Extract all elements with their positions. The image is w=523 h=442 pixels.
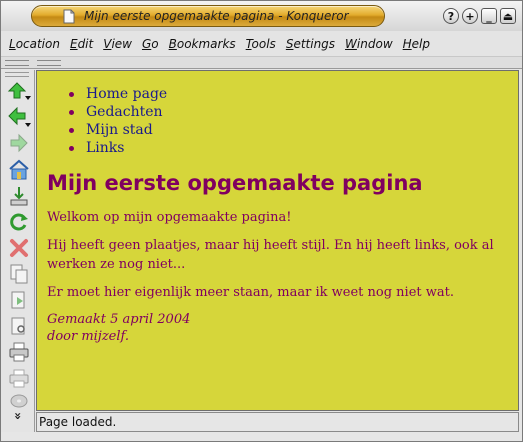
page-viewport[interactable]: Home page Gedachten Mijn stad Links Mijn…	[36, 70, 519, 411]
title-pill[interactable]: Mijn eerste opgemaakte pagina - Konquero…	[31, 5, 385, 27]
print-preview-button[interactable]	[7, 367, 31, 389]
menu-mnemonic: G	[141, 36, 152, 51]
window-title: Mijn eerste opgemaakte pagina - Konquero…	[84, 9, 349, 23]
menu-mnemonic: H	[402, 36, 412, 51]
paste-button[interactable]	[7, 289, 31, 311]
window-buttons: ? + _ ⏏	[443, 8, 516, 24]
signature-date: Gemaakt 5 april 2004	[47, 312, 191, 327]
stop-icon	[10, 239, 28, 257]
toolbar-grip[interactable]	[5, 60, 29, 66]
menu-mnemonic: W	[345, 36, 357, 51]
up-arrow-icon	[7, 82, 31, 100]
stop-button[interactable]	[7, 237, 31, 259]
menu-view[interactable]: View	[103, 37, 132, 51]
style-paragraph: Hij heeft geen plaatjes, maar hij heeft …	[47, 238, 494, 272]
konqueror-window: Mijn eerste opgemaakte pagina - Konquero…	[0, 0, 523, 442]
menu-window[interactable]: Window	[345, 37, 393, 51]
menu-label: ookmarks	[176, 36, 236, 51]
print-button[interactable]	[7, 341, 31, 363]
reload-icon	[10, 213, 28, 231]
up-button[interactable]	[7, 81, 31, 103]
download-button[interactable]	[7, 185, 31, 207]
reload-button[interactable]	[7, 211, 31, 233]
menu-label: ocation	[15, 36, 60, 51]
menu-mnemonic: L	[9, 36, 16, 51]
menu-label: ettings	[293, 36, 336, 51]
toolbar-grip[interactable]	[37, 60, 61, 66]
menu-location[interactable]: Location	[9, 37, 60, 51]
page-content: Home page Gedachten Mijn stad Links Mijn…	[37, 71, 520, 345]
status-text: Page loaded.	[39, 415, 117, 429]
menu-mnemonic: E	[69, 36, 78, 51]
title-bar[interactable]: Mijn eerste opgemaakte pagina - Konquero…	[1, 1, 522, 31]
find-icon	[11, 317, 25, 335]
more-content-paragraph: Er moet hier eigenlijk meer staan, maar …	[47, 285, 454, 300]
navigation-list: Home page Gedachten Mijn stad Links	[69, 85, 520, 157]
menu-label: o	[151, 36, 159, 51]
copy-button[interactable]	[7, 263, 31, 285]
nav-link-links[interactable]: Links	[69, 139, 520, 157]
menu-label: iew	[111, 36, 132, 51]
nav-link-home[interactable]: Home page	[69, 85, 520, 103]
print-preview-icon	[9, 369, 29, 388]
signature-author: door mijzelf.	[47, 329, 130, 344]
document-icon[interactable]	[62, 9, 76, 24]
status-bar: Page loaded.	[36, 412, 519, 432]
menu-bar: Location Edit View Go Bookmarks Tools Se…	[1, 31, 522, 57]
find-button[interactable]	[7, 315, 31, 337]
menu-mnemonic: B	[168, 36, 177, 51]
print-icon	[9, 342, 29, 362]
menu-label: dit	[77, 36, 94, 51]
shade-button[interactable]: ⏏	[500, 8, 516, 24]
page-heading: Mijn eerste opgemaakte pagina	[47, 171, 423, 195]
chevron-down-icon: »	[10, 412, 25, 420]
edit-copy-icon	[10, 264, 28, 284]
back-button[interactable]	[7, 107, 31, 129]
menu-edit[interactable]: Edit	[70, 37, 93, 51]
nav-link-mijn-stad[interactable]: Mijn stad	[69, 121, 520, 139]
toolbar-handles	[1, 57, 522, 69]
minimize-button[interactable]: _	[481, 8, 497, 24]
all-desktops-button[interactable]: +	[462, 8, 478, 24]
menu-settings[interactable]: Settings	[286, 37, 335, 51]
menu-help[interactable]: Help	[403, 37, 430, 51]
forward-arrow-icon	[10, 133, 28, 153]
back-arrow-icon	[8, 107, 31, 127]
welcome-paragraph: Welkom op mijn opgemaakte pagina!	[47, 210, 292, 225]
menu-label: ools	[251, 36, 276, 51]
nav-link-gedachten[interactable]: Gedachten	[69, 103, 520, 121]
forward-button[interactable]	[7, 133, 31, 155]
toolbar-grip[interactable]	[5, 72, 29, 77]
edit-paste-icon	[11, 291, 25, 309]
menu-go[interactable]: Go	[142, 37, 159, 51]
home-icon	[9, 159, 29, 180]
toolbar-more-button[interactable]: »	[9, 408, 27, 424]
home-button[interactable]	[7, 159, 31, 181]
download-icon	[10, 187, 28, 206]
menu-label: elp	[411, 36, 431, 51]
help-button[interactable]: ?	[443, 8, 459, 24]
menu-bookmarks[interactable]: Bookmarks	[169, 37, 236, 51]
main-toolbar	[1, 70, 35, 432]
signature: Gemaakt 5 april 2004 door mijzelf.	[47, 311, 520, 345]
menu-label: indow	[356, 36, 393, 51]
menu-tools[interactable]: Tools	[246, 37, 276, 51]
